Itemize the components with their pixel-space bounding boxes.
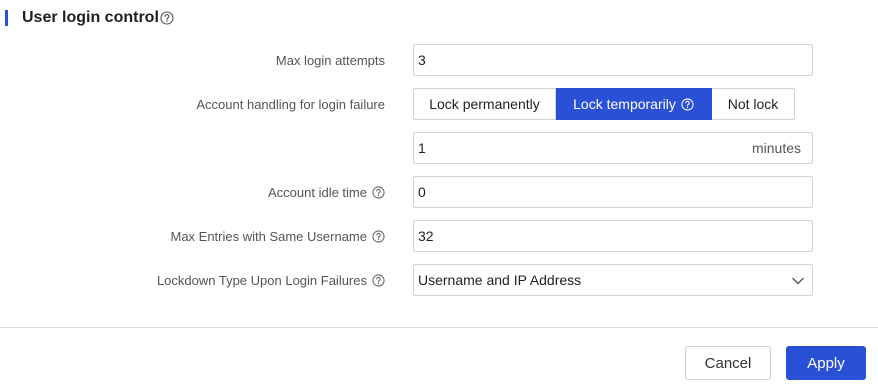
question-circle-icon[interactable] xyxy=(681,97,694,111)
lock-temporarily-option[interactable]: Lock temporarily xyxy=(556,88,712,120)
max-entries-label: Max Entries with Same Username xyxy=(170,220,385,252)
footer-divider xyxy=(0,327,878,328)
question-circle-icon[interactable] xyxy=(372,273,385,287)
account-handling-label: Account handling for login failure xyxy=(196,88,385,120)
lock-duration-value: 1 xyxy=(418,140,426,156)
question-circle-icon[interactable] xyxy=(372,185,385,199)
account-idle-time-label: Account idle time xyxy=(268,176,385,208)
question-circle-icon[interactable] xyxy=(372,229,385,243)
lock-duration-input[interactable]: 1 minutes xyxy=(413,132,813,164)
max-login-attempts-input[interactable]: 3 xyxy=(413,44,813,76)
section-title: User login control xyxy=(22,9,159,26)
account-idle-time-label-text: Account idle time xyxy=(268,184,367,200)
lockdown-type-value: Username and IP Address xyxy=(418,272,582,288)
lock-permanently-option[interactable]: Lock permanently xyxy=(413,88,556,120)
not-lock-label: Not lock xyxy=(727,96,779,112)
max-entries-value: 32 xyxy=(418,228,434,244)
apply-button[interactable]: Apply xyxy=(786,346,866,380)
row-lock-duration: 1 minutes xyxy=(0,132,878,164)
lockdown-type-select[interactable]: Username and IP Address xyxy=(413,264,813,296)
account-handling-segmented-control: Lock permanently Lock temporarily Not lo… xyxy=(413,88,795,120)
lockdown-type-label-text: Lockdown Type Upon Login Failures xyxy=(156,272,367,288)
max-login-attempts-value: 3 xyxy=(418,52,426,68)
max-entries-input[interactable]: 32 xyxy=(413,220,813,252)
account-handling-label-text: Account handling for login failure xyxy=(196,96,385,112)
max-login-attempts-label: Max login attempts xyxy=(276,44,385,76)
lock-temporarily-label: Lock temporarily xyxy=(573,96,676,112)
row-account-handling: Account handling for login failure Lock … xyxy=(0,88,878,120)
account-idle-time-value: 0 xyxy=(418,184,426,200)
section-accent-bar xyxy=(5,10,8,26)
max-entries-label-text: Max Entries with Same Username xyxy=(170,228,367,244)
account-idle-time-input[interactable]: 0 xyxy=(413,176,813,208)
lockdown-type-label: Lockdown Type Upon Login Failures xyxy=(157,264,385,296)
lock-permanently-label: Lock permanently xyxy=(429,96,540,112)
cancel-button[interactable]: Cancel xyxy=(685,346,771,380)
row-max-login-attempts: Max login attempts 3 xyxy=(0,44,878,76)
chevron-down-icon xyxy=(792,272,804,288)
question-circle-icon[interactable] xyxy=(160,11,174,25)
row-lockdown-type: Lockdown Type Upon Login Failures Userna… xyxy=(0,264,878,296)
row-max-entries-same-username: Max Entries with Same Username 32 xyxy=(0,220,878,252)
lock-duration-unit: minutes xyxy=(751,140,801,156)
row-account-idle-time: Account idle time 0 xyxy=(0,176,878,208)
section-header: User login control xyxy=(5,8,174,28)
max-login-attempts-label-text: Max login attempts xyxy=(275,52,385,68)
not-lock-option[interactable]: Not lock xyxy=(712,88,795,120)
